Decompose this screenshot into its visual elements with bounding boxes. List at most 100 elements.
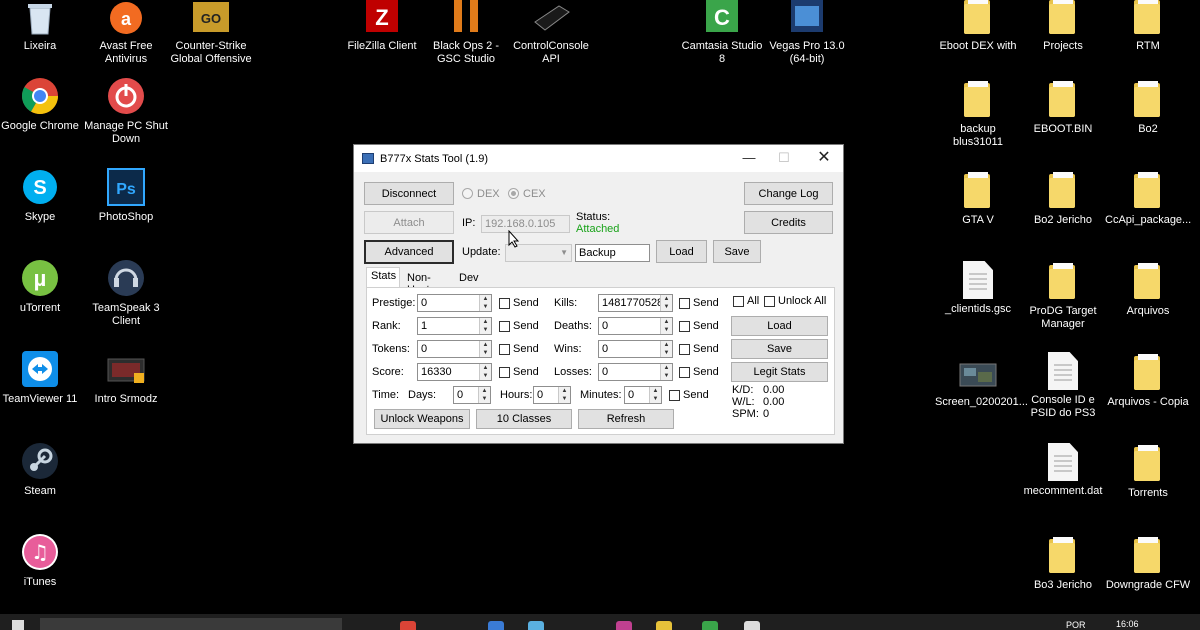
desktop-icon-arquivos[interactable]: Arquivos <box>1105 261 1191 318</box>
taskbar-app-icon[interactable] <box>616 621 632 630</box>
tokens-send-checkbox[interactable] <box>499 344 510 355</box>
hours-stepper[interactable]: 0 ▲ ▼ <box>533 386 571 404</box>
kills-send-checkbox[interactable] <box>679 298 690 309</box>
kills-label: Kills: <box>554 297 578 309</box>
all-checkbox[interactable] <box>733 296 744 307</box>
desktop-icon-prodg[interactable]: ProDG Target Manager <box>1020 261 1106 331</box>
cex-radio[interactable] <box>508 188 519 199</box>
desktop-icon-chrome[interactable]: Google Chrome <box>0 76 83 133</box>
desktop-icon-rtm[interactable]: RTM <box>1105 0 1191 53</box>
desktop-icon-lixeira[interactable]: Lixeira <box>0 0 83 53</box>
change-log-button[interactable]: Change Log <box>744 182 833 205</box>
chevron-down-icon: ▼ <box>560 248 568 257</box>
legit-stats-button[interactable]: Legit Stats <box>731 362 828 382</box>
unlock-all-checkbox[interactable] <box>764 296 775 307</box>
desktop-icon-skype[interactable]: S Skype <box>0 167 83 224</box>
desktop-icon-steam[interactable]: Steam <box>0 441 83 498</box>
stats-load-button[interactable]: Load <box>731 316 828 336</box>
prestige-stepper[interactable]: 0 ▲ ▼ <box>417 294 492 312</box>
desktop-icon-eboot-dex[interactable]: Eboot DEX with <box>935 0 1021 53</box>
attach-button[interactable]: Attach <box>364 211 454 234</box>
desktop-icon-clientids[interactable]: _clientids.gsc <box>935 261 1021 316</box>
language-indicator[interactable]: POR <box>1066 620 1086 630</box>
desktop-icon-utorrent[interactable]: µ uTorrent <box>0 258 83 315</box>
minutes-stepper[interactable]: 0 ▲ ▼ <box>624 386 662 404</box>
taskbar-app-icon[interactable] <box>488 621 504 630</box>
losses-send-checkbox[interactable] <box>679 367 690 378</box>
desktop-icon-csgo[interactable]: GO Counter-Strike Global Offensive <box>168 0 254 66</box>
taskbar-app-icon[interactable] <box>400 621 416 630</box>
desktop-icon-projects[interactable]: Projects <box>1020 0 1106 53</box>
desktop-icon-downgrade-cfw[interactable]: Downgrade CFW <box>1105 535 1191 592</box>
desktop-icon-bo2-jericho[interactable]: Bo2 Jericho <box>1020 170 1106 227</box>
deaths-stepper[interactable]: 0 ▲ ▼ <box>598 317 673 335</box>
tab-dev[interactable]: Dev <box>454 269 484 287</box>
desktop-icon-eboot-bin[interactable]: EBOOT.BIN <box>1020 79 1106 136</box>
desktop-icon-bo2[interactable]: Bo2 <box>1105 79 1191 136</box>
desktop-icon-vegas[interactable]: Vegas Pro 13.0 (64-bit) <box>764 0 850 66</box>
rank-stepper[interactable]: 1 ▲ ▼ <box>417 317 492 335</box>
taskbar-app-icon[interactable] <box>528 621 544 630</box>
close-button[interactable]: ✕ <box>810 149 838 167</box>
dex-radio[interactable] <box>462 188 473 199</box>
losses-stepper[interactable]: 0 ▲ ▼ <box>598 363 673 381</box>
prestige-send-checkbox[interactable] <box>499 298 510 309</box>
desktop-icon-itunes[interactable]: ♫ iTunes <box>0 532 83 589</box>
maximize-button[interactable]: ☐ <box>770 149 798 167</box>
stats-save-button[interactable]: Save <box>731 339 828 359</box>
desktop-icon-manage-pc-shutdown[interactable]: Manage PC Shut Down <box>83 76 169 146</box>
chrome-icon <box>20 76 60 116</box>
desktop-icon-avast[interactable]: a Avast Free Antivirus <box>83 0 169 66</box>
time-send-checkbox[interactable] <box>669 390 680 401</box>
window-titlebar[interactable]: B777x Stats Tool (1.9) — ☐ ✕ <box>354 145 843 172</box>
desktop-icon-camtasia[interactable]: C Camtasia Studio 8 <box>679 0 765 66</box>
minimize-button[interactable]: — <box>735 149 763 167</box>
deaths-send-checkbox[interactable] <box>679 321 690 332</box>
desktop-icon-gta-v[interactable]: GTA V <box>935 170 1021 227</box>
rank-send-checkbox[interactable] <box>499 321 510 332</box>
tab-non-host[interactable]: Non-Host <box>402 269 436 296</box>
advanced-button[interactable]: Advanced <box>364 240 454 264</box>
desktop-icon-photoshop[interactable]: Ps PhotoShop <box>83 167 169 224</box>
tab-stats[interactable]: Stats <box>366 267 400 288</box>
ip-input[interactable]: 192.168.0.105 <box>481 215 570 233</box>
desktop-icon-teamspeak[interactable]: TeamSpeak 3 Client <box>83 258 169 328</box>
desktop-icon-controlconsole[interactable]: ControlConsole API <box>508 0 594 66</box>
score-send-checkbox[interactable] <box>499 367 510 378</box>
kills-value: 1481770528 <box>602 297 664 309</box>
taskbar-search-box[interactable] <box>40 618 342 630</box>
desktop-icon-teamviewer[interactable]: TeamViewer 11 <box>0 349 83 406</box>
taskbar-app-icon[interactable] <box>702 621 718 630</box>
desktop-icon-arquivos-copia[interactable]: Arquivos - Copia <box>1105 352 1191 409</box>
desktop-icon-torrents[interactable]: Torrents <box>1105 443 1191 500</box>
taskbar-app-icon[interactable] <box>744 621 760 630</box>
clock[interactable]: 16:06 <box>1116 619 1139 629</box>
load-button[interactable]: Load <box>656 240 707 263</box>
days-label: Days: <box>408 389 437 401</box>
credits-button[interactable]: Credits <box>744 211 833 234</box>
desktop-icon-ccapi[interactable]: CcApi_package... <box>1105 170 1191 227</box>
desktop-icon-screen[interactable]: Screen_0200201... <box>935 352 1028 409</box>
save-button[interactable]: Save <box>713 240 761 263</box>
backup-input[interactable]: Backup <box>575 244 650 262</box>
days-stepper[interactable]: 0 ▲ ▼ <box>453 386 491 404</box>
desktop-icon-console-id[interactable]: Console ID e PSID do PS3 <box>1020 352 1106 420</box>
score-stepper[interactable]: 16330 ▲ ▼ <box>417 363 492 381</box>
desktop-icon-backup[interactable]: backup blus31011 <box>935 79 1021 149</box>
windows-start-icon[interactable] <box>12 620 24 630</box>
tokens-stepper[interactable]: 0 ▲ ▼ <box>417 340 492 358</box>
kills-stepper[interactable]: 1481770528 ▲ ▼ <box>598 294 673 312</box>
ten-classes-button[interactable]: 10 Classes <box>476 409 572 429</box>
disconnect-button[interactable]: Disconnect <box>364 182 454 205</box>
desktop-icon-intro-srmodz[interactable]: Intro Srmodz <box>83 349 169 406</box>
wins-stepper[interactable]: 0 ▲ ▼ <box>598 340 673 358</box>
desktop-icon-mecomment[interactable]: mecomment.dat <box>1020 443 1106 498</box>
desktop-icon-filezilla[interactable]: Z FileZilla Client <box>339 0 425 53</box>
unlock-weapons-button[interactable]: Unlock Weapons <box>374 409 470 429</box>
wins-send-checkbox[interactable] <box>679 344 690 355</box>
prestige-label: Prestige: <box>372 297 416 309</box>
desktop-icon-gsc-studio[interactable]: Black Ops 2 - GSC Studio <box>423 0 509 66</box>
refresh-button[interactable]: Refresh <box>578 409 674 429</box>
desktop-icon-bo3-jericho[interactable]: Bo3 Jericho <box>1020 535 1106 592</box>
taskbar-app-icon[interactable] <box>656 621 672 630</box>
